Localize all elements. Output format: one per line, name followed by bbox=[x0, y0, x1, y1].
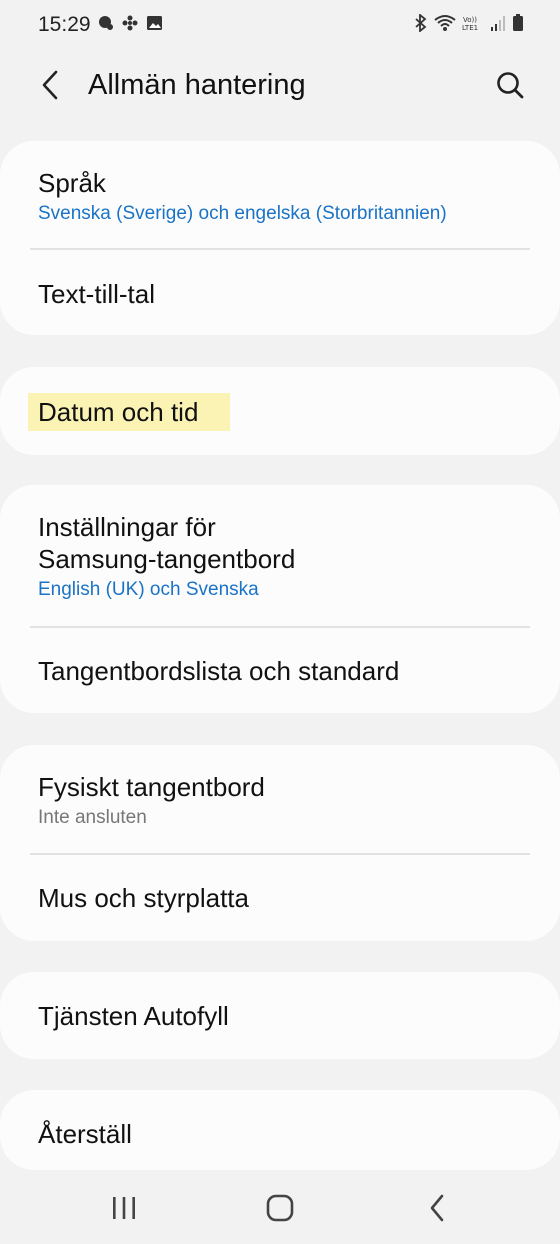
settings-card-date-time: Datum och tid bbox=[0, 367, 560, 455]
settings-card-reset: Återställ bbox=[0, 1090, 560, 1170]
item-title: Språk bbox=[38, 168, 106, 198]
settings-card-physical-keyboard: Fysiskt tangentbord Inte ansluten Mus oc… bbox=[0, 745, 560, 941]
list-item-text-to-speech[interactable]: Text-till-tal bbox=[38, 278, 530, 310]
image-notification-icon bbox=[147, 16, 162, 30]
svg-text:LTE1: LTE1 bbox=[462, 24, 478, 32]
list-item-autofill[interactable]: Tjänsten Autofyll bbox=[38, 1000, 530, 1032]
status-bar: 15:29 Vo)) LTE1 bbox=[0, 0, 560, 50]
page-title: Allmän hantering bbox=[88, 69, 306, 101]
item-subtitle: English (UK) och Svenska bbox=[38, 579, 259, 600]
search-icon bbox=[497, 72, 524, 99]
item-title: Tjänsten Autofyll bbox=[38, 1001, 229, 1031]
list-item-mouse-trackpad[interactable]: Mus och styrplatta bbox=[38, 882, 530, 914]
item-title-line-1: Inställningar för bbox=[38, 512, 216, 542]
list-item-language[interactable]: Språk Svenska (Sverige) och engelska (St… bbox=[38, 167, 530, 226]
wifi-icon bbox=[434, 15, 456, 31]
signal-icon bbox=[491, 16, 505, 31]
home-icon bbox=[266, 1194, 294, 1222]
status-notification-icons bbox=[98, 15, 163, 31]
volte-lte-icon: Vo))LTE1 bbox=[462, 16, 478, 32]
item-title: Datum och tid bbox=[38, 397, 199, 427]
item-title: Mus och styrplatta bbox=[38, 883, 249, 913]
divider bbox=[30, 626, 530, 628]
navigation-bar bbox=[0, 1170, 560, 1244]
settings-card-autofill: Tjänsten Autofyll bbox=[0, 972, 560, 1059]
app-bar: Allmän hantering bbox=[0, 55, 560, 115]
bluetooth-icon bbox=[415, 14, 427, 32]
chat-notification-icon bbox=[99, 16, 113, 30]
battery-icon bbox=[513, 14, 523, 31]
list-item-date-time[interactable]: Datum och tid bbox=[38, 396, 530, 428]
search-button[interactable] bbox=[488, 63, 532, 107]
status-time: 15:29 bbox=[38, 13, 91, 36]
settings-card-language: Språk Svenska (Sverige) och engelska (St… bbox=[0, 141, 560, 335]
item-subtitle: Svenska (Sverige) och engelska (Storbrit… bbox=[38, 203, 447, 224]
item-subtitle: Inte ansluten bbox=[38, 807, 147, 828]
home-button[interactable] bbox=[255, 1186, 305, 1230]
chevron-left-icon bbox=[42, 70, 58, 100]
status-system-icons: Vo)) LTE1 bbox=[414, 14, 524, 32]
recents-button[interactable] bbox=[99, 1186, 149, 1230]
item-title: Text-till-tal bbox=[38, 279, 156, 309]
fan-notification-icon bbox=[122, 15, 138, 31]
list-item-keyboard-list[interactable]: Tangentbordslista och standard bbox=[38, 655, 530, 687]
settings-card-keyboard: Inställningar för Samsung-tangentbord En… bbox=[0, 485, 560, 713]
divider bbox=[30, 248, 530, 250]
nav-back-button[interactable] bbox=[412, 1186, 462, 1230]
list-item-samsung-keyboard[interactable]: Inställningar för Samsung-tangentbord En… bbox=[38, 511, 530, 602]
back-icon bbox=[430, 1194, 444, 1222]
back-button[interactable] bbox=[30, 65, 70, 105]
item-title: Fysiskt tangentbord bbox=[38, 772, 265, 802]
recents-icon bbox=[113, 1197, 135, 1219]
svg-text:Vo)): Vo)) bbox=[463, 16, 477, 24]
list-item-physical-keyboard[interactable]: Fysiskt tangentbord Inte ansluten bbox=[38, 771, 530, 830]
item-title: Tangentbordslista och standard bbox=[38, 656, 400, 686]
item-title: Återställ bbox=[38, 1119, 132, 1149]
divider bbox=[30, 853, 530, 855]
item-title-line-2: Samsung-tangentbord bbox=[38, 544, 296, 574]
list-item-reset[interactable]: Återställ bbox=[38, 1118, 530, 1150]
